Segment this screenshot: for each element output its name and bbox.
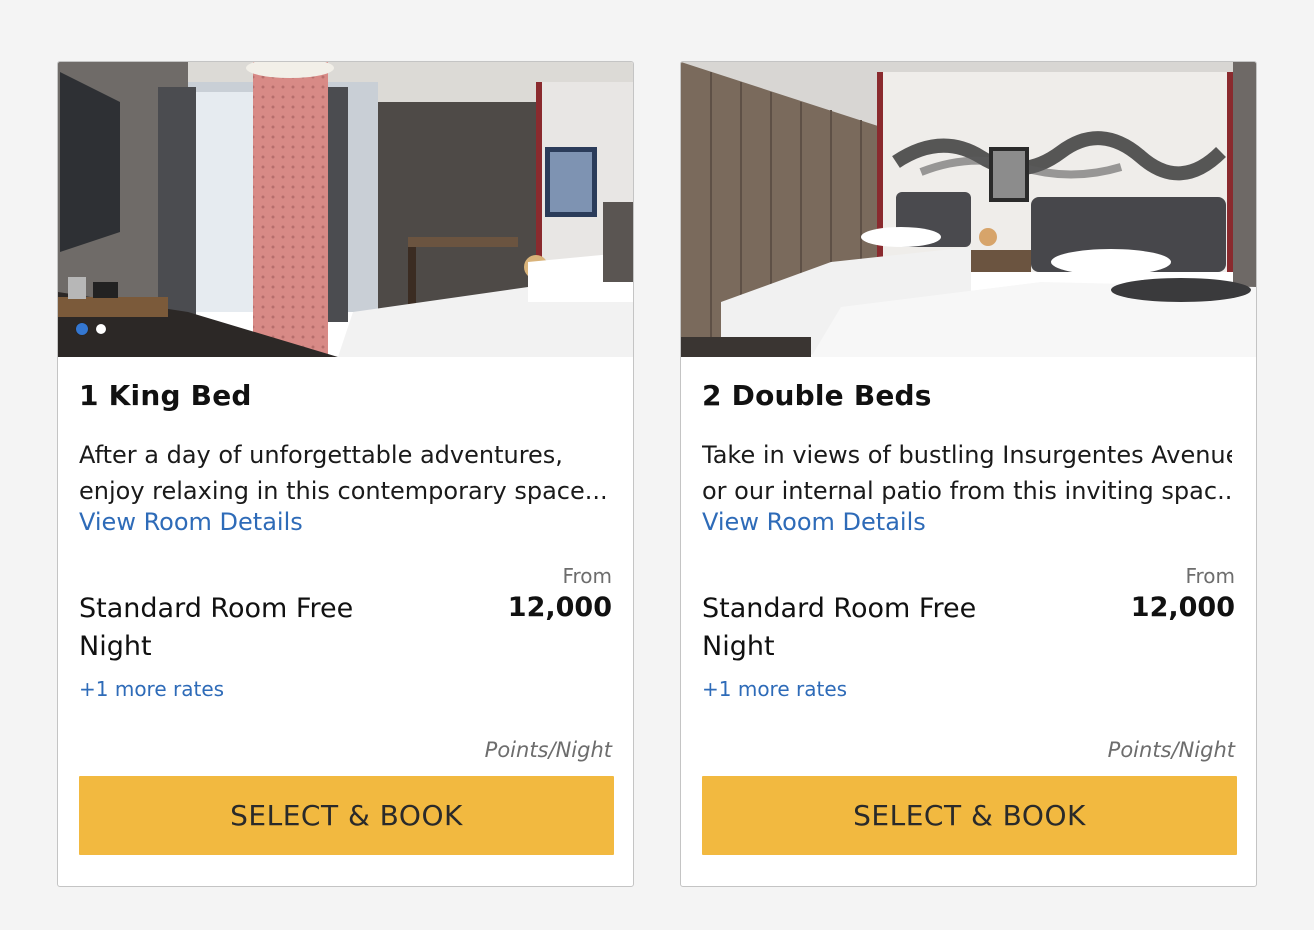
carousel-dots — [76, 323, 106, 335]
more-rates-link[interactable]: +1 more rates — [79, 677, 224, 701]
room-description-line: Take in views of bustling Insurgentes Av… — [702, 441, 1232, 469]
carousel-dot-active[interactable] — [76, 323, 88, 335]
rate-name: Standard Room Free Night — [702, 593, 977, 662]
select-and-book-button[interactable]: SELECT & BOOK — [702, 776, 1237, 855]
room-description-line: or our internal patio from this inviting… — [702, 477, 1232, 505]
room-description-line: enjoy relaxing in this contemporary spac… — [79, 477, 608, 505]
room-description: Take in views of bustling Insurgentes Av… — [702, 437, 1232, 509]
view-room-details-link[interactable]: View Room Details — [79, 508, 303, 536]
room-photo[interactable] — [58, 62, 633, 357]
view-room-details-link[interactable]: View Room Details — [702, 508, 926, 536]
room-card-doubles: 2 Double Beds Take in views of bustling … — [680, 61, 1257, 887]
carousel-dot[interactable] — [96, 324, 106, 334]
room-card-king: 1 King Bed After a day of unforgettable … — [57, 61, 634, 887]
room-title: 1 King Bed — [79, 379, 252, 412]
room-title: 2 Double Beds — [702, 379, 932, 412]
from-label: From — [562, 564, 612, 588]
rate-name: Standard Room Free Night — [79, 593, 354, 662]
from-label: From — [1185, 564, 1235, 588]
points-price: 12,000 — [1130, 592, 1235, 623]
room-description: After a day of unforgettable adventures,… — [79, 437, 609, 509]
points-per-night-label: Points/Night — [484, 738, 612, 762]
points-price: 12,000 — [507, 592, 612, 623]
points-per-night-label: Points/Night — [1107, 738, 1235, 762]
room-cards-grid: 1 King Bed After a day of unforgettable … — [0, 0, 1314, 930]
more-rates-link[interactable]: +1 more rates — [702, 677, 847, 701]
room-photo-doubles-image — [681, 62, 1256, 357]
select-and-book-button[interactable]: SELECT & BOOK — [79, 776, 614, 855]
room-photo-king-image — [58, 62, 633, 357]
room-photo[interactable] — [681, 62, 1256, 357]
room-description-line: After a day of unforgettable adventures, — [79, 441, 563, 469]
